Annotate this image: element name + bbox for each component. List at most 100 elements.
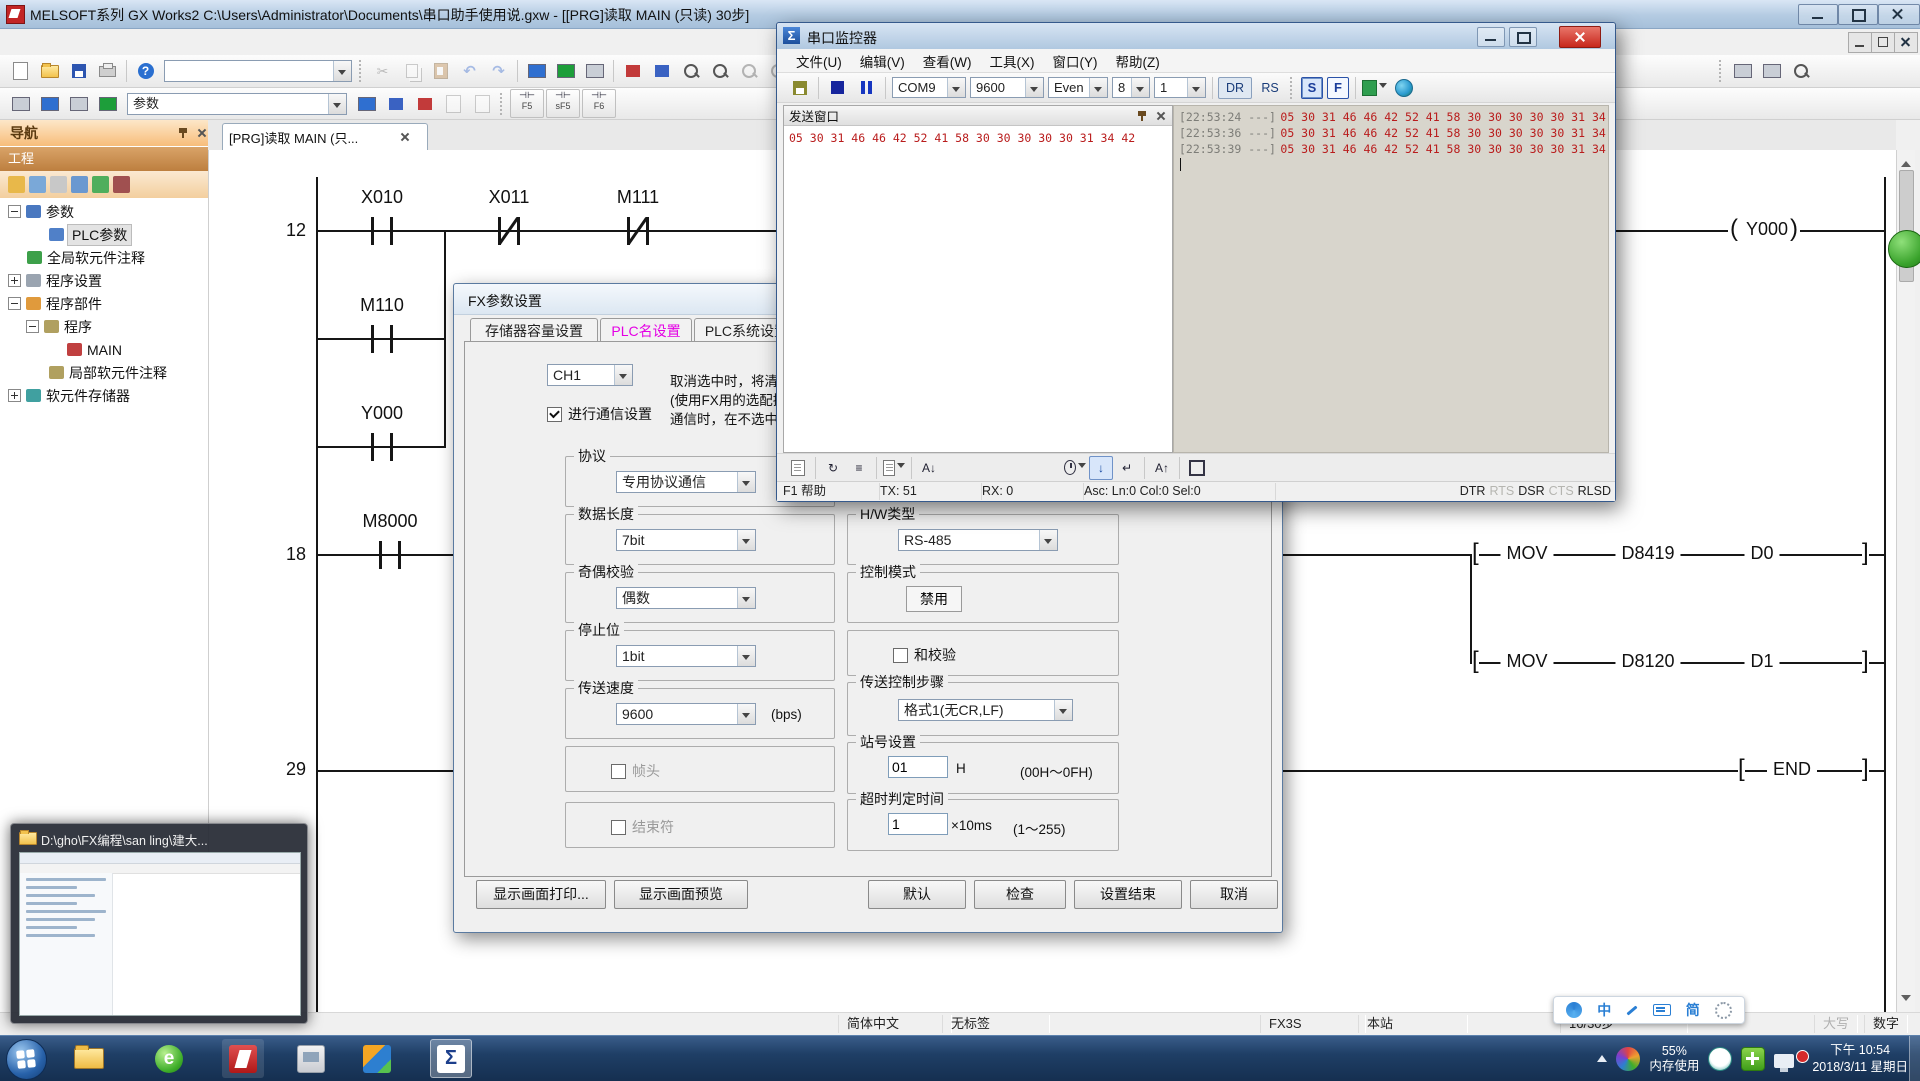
mov-op[interactable]: MOV [1500, 651, 1553, 672]
filter-icon[interactable] [113, 176, 130, 193]
tray-swirl-icon[interactable] [1616, 1047, 1640, 1071]
protocol-select[interactable]: 专用协议通信 [616, 471, 756, 493]
finish-setting-button[interactable]: 设置结束 [1074, 880, 1182, 909]
mov-dst[interactable]: D0 [1744, 543, 1779, 564]
station-input[interactable] [888, 756, 948, 778]
zoom-icon[interactable] [1787, 58, 1814, 85]
transfer-control-select[interactable]: 格式1(无CR,LF) [898, 699, 1073, 721]
tree-item-parameter[interactable]: 参数 [0, 200, 208, 223]
tree-item-program-setting[interactable]: 程序设置 [0, 269, 208, 292]
checkbox-checked-icon[interactable] [547, 407, 562, 422]
show-desktop-button[interactable] [1909, 1036, 1920, 1081]
pin-icon[interactable] [1137, 111, 1147, 121]
window-cascade-icon[interactable] [1729, 58, 1756, 85]
coil-y000[interactable]: Y000 [1743, 219, 1791, 240]
mdi-minimize-button[interactable] [1848, 32, 1872, 53]
ime-settings-icon[interactable] [1715, 1002, 1732, 1019]
pin-icon[interactable] [178, 128, 188, 138]
mov-src[interactable]: D8120 [1615, 651, 1680, 672]
minimize-button[interactable] [1477, 27, 1505, 47]
tree-item-device-memory[interactable]: 软元件存储器 [0, 384, 208, 407]
format-icon[interactable] [882, 456, 906, 480]
copy-item-icon[interactable] [29, 176, 46, 193]
tree-item-global-comment[interactable]: 全局软元件注释 [0, 246, 208, 269]
start-button[interactable] [6, 1039, 47, 1080]
network-icon[interactable] [1390, 74, 1417, 101]
menu-help[interactable]: 帮助(Z) [1106, 48, 1168, 74]
mdi-restore-button[interactable] [1871, 32, 1895, 53]
tab-close-icon[interactable] [399, 131, 411, 143]
rts-toggle[interactable]: RS [1254, 78, 1286, 98]
device-monitor-icon[interactable] [523, 58, 550, 85]
device-monitor2-icon[interactable] [552, 58, 579, 85]
taskbar-browser-button[interactable]: e [148, 1039, 190, 1078]
function-block-icon[interactable] [36, 90, 63, 117]
watch1-icon[interactable] [735, 58, 762, 85]
paste-item-icon[interactable] [50, 176, 67, 193]
minimize-button[interactable] [1798, 4, 1838, 25]
collapse-icon[interactable] [8, 205, 21, 218]
stop-icon[interactable] [824, 74, 851, 101]
refresh-icon[interactable] [92, 176, 109, 193]
ime-logo-icon[interactable] [1566, 1002, 1582, 1018]
terminator-checkbox[interactable]: 结束符 [611, 817, 674, 837]
taskbar-clock[interactable]: 下午 10:54 2018/3/11 星期日 [1812, 1042, 1908, 1076]
contact-m8000[interactable] [379, 541, 401, 569]
monitor-start-icon[interactable] [677, 58, 704, 85]
save-icon[interactable] [65, 58, 92, 85]
contact-y000[interactable] [371, 433, 393, 461]
data-bits-select[interactable]: 8 [1112, 77, 1150, 98]
ime-chinese-mode[interactable]: 中 [1597, 1000, 1611, 1020]
preview-screen-button[interactable]: 显示画面预览 [614, 880, 748, 909]
contact-m111[interactable] [627, 217, 649, 245]
taskbar-app-button[interactable] [290, 1039, 332, 1078]
ladder-closed-contact-button[interactable]: ⊣⊢ sF5 [546, 89, 580, 118]
receive-area[interactable]: [22:53:24 ---] 05 30 31 46 46 42 52 41 5… [1173, 105, 1609, 453]
pause-icon[interactable] [853, 74, 880, 101]
memory-indicator[interactable]: 55% 内存使用 [1649, 1044, 1699, 1074]
parity-select[interactable]: 偶数 [616, 587, 756, 609]
menu-edit[interactable]: 编辑(V) [851, 48, 914, 74]
color-button[interactable] [1361, 74, 1388, 101]
expand-icon[interactable] [8, 389, 21, 402]
monitor-stop-icon[interactable] [706, 58, 733, 85]
maximize-button[interactable] [1509, 27, 1537, 47]
comm-setting-checkbox[interactable]: 进行通信设置 [547, 404, 652, 424]
newline-icon[interactable]: ↵ [1115, 456, 1139, 480]
properties-icon[interactable] [786, 456, 810, 480]
tab-memory-capacity[interactable]: 存储器容量设置 [470, 318, 598, 342]
print-icon[interactable] [94, 58, 121, 85]
show-hidden-icons[interactable] [1597, 1050, 1607, 1062]
default-button[interactable]: 默认 [868, 880, 966, 909]
ladder-open-contact-button[interactable]: ⊣⊢ F5 [510, 89, 544, 118]
contact-m110[interactable] [371, 325, 393, 353]
save-icon[interactable] [786, 74, 813, 101]
baud-rate-select[interactable]: 9600 [616, 703, 756, 725]
collapse-icon[interactable] [8, 297, 21, 310]
parity-select[interactable]: Even [1048, 77, 1108, 98]
close-icon[interactable] [1155, 110, 1167, 122]
write-to-plc-icon[interactable] [619, 58, 646, 85]
refresh-icon[interactable]: ↻ [821, 456, 845, 480]
dtr-toggle[interactable]: DR [1218, 77, 1252, 99]
tree-item-local-comment[interactable]: 局部软元件注释 [0, 361, 208, 384]
maximize-button[interactable] [1838, 4, 1878, 25]
build-icon[interactable] [382, 90, 409, 117]
data-length-select[interactable]: 7bit [616, 529, 756, 551]
rebuild-icon[interactable] [411, 90, 438, 117]
taskbar-serial-assistant-button[interactable] [356, 1039, 398, 1078]
frame-mode-button[interactable]: F [1327, 77, 1349, 99]
check-button[interactable]: 检查 [974, 880, 1066, 909]
sum-check-checkbox[interactable]: 和校验 [893, 645, 956, 665]
mov-src[interactable]: D8419 [1615, 543, 1680, 564]
open-project-icon[interactable] [36, 58, 63, 85]
vertical-scrollbar[interactable] [1896, 150, 1915, 1012]
cancel-button[interactable]: 取消 [1190, 880, 1278, 909]
menu-view[interactable]: 查看(W) [914, 48, 981, 74]
mdi-close-button[interactable] [1894, 32, 1918, 53]
new-item-icon[interactable] [8, 176, 25, 193]
program-check-icon[interactable] [353, 90, 380, 117]
stop-bits-select[interactable]: 1 [1154, 77, 1206, 98]
port-select[interactable]: COM9 [892, 77, 966, 98]
tab-main-program[interactable]: [PRG]读取 MAIN (只... [222, 123, 428, 150]
